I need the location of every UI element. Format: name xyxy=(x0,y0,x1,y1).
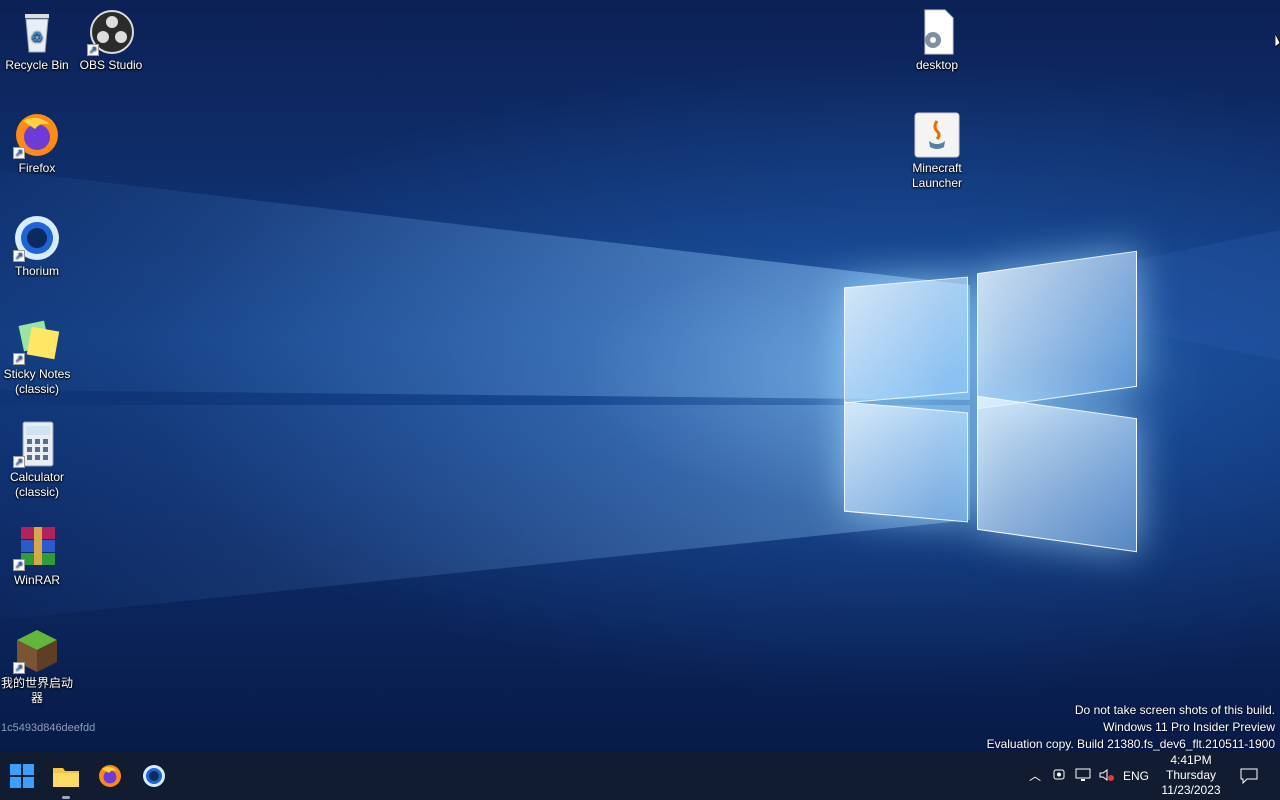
shortcut-arrow-icon: ↗ xyxy=(13,147,25,159)
desktop-icon-label: Calculator (classic) xyxy=(9,470,65,499)
shortcut-arrow-icon: ↗ xyxy=(13,662,25,674)
taskbar-clock[interactable]: 4:41PM Thursday 11/23/2023 xyxy=(1158,753,1224,798)
build-watermark: Do not take screen shots of this build. … xyxy=(987,702,1275,753)
notification-center-icon[interactable] xyxy=(1240,768,1258,785)
taskbar-file-explorer[interactable] xyxy=(48,758,84,794)
desktop-wallpaper xyxy=(0,0,1280,752)
network-icon[interactable] xyxy=(1075,768,1091,784)
folder-icon xyxy=(53,768,79,787)
desktop-icon-label: Minecraft Launcher xyxy=(911,161,963,190)
machine-id-text: 1c5493d846deefdd xyxy=(1,722,96,734)
desktop-icon-sticky-notes[interactable]: ↗ Sticky Notes (classic) xyxy=(0,317,74,397)
sticky-notes-icon: ↗ xyxy=(13,317,61,365)
logo-pane-bottom-right xyxy=(977,395,1137,553)
desktop-icon-label: Thorium xyxy=(14,264,59,278)
desktop-icon-recycle-bin[interactable]: ♻ Recycle Bin xyxy=(0,8,74,73)
show-hidden-icons-chevron-icon[interactable]: ︿ xyxy=(1027,768,1043,784)
logo-pane-top-right xyxy=(977,250,1137,410)
watermark-line-1: Do not take screen shots of this build. xyxy=(1074,703,1275,717)
mouse-cursor-icon xyxy=(1275,33,1280,48)
desktop-icon-label: desktop xyxy=(915,58,959,72)
shortcut-arrow-icon: ↗ xyxy=(13,250,25,262)
desktop-icon-label: Firefox xyxy=(18,161,56,175)
desktop-icon-desktop-file[interactable]: desktop xyxy=(900,8,974,73)
thorium-icon xyxy=(143,765,165,787)
volume-muted-icon[interactable] xyxy=(1099,768,1115,784)
minecraft-grass-block-icon: ↗ xyxy=(13,626,61,674)
calculator-icon: ↗ xyxy=(13,420,61,468)
clock-day: Thursday xyxy=(1165,768,1217,782)
logo-pane-top-left xyxy=(844,276,968,404)
desktop-icon-label: WinRAR xyxy=(13,573,60,587)
webcam-tray-icon[interactable] xyxy=(1051,768,1067,784)
settings-file-icon xyxy=(913,8,961,56)
desktop-icon-obs-studio[interactable]: ↗ OBS Studio xyxy=(74,8,148,73)
desktop-icon-winrar[interactable]: ↗ WinRAR xyxy=(0,523,74,588)
desktop-icon-thorium[interactable]: ↗ Thorium xyxy=(0,214,74,279)
windows-start-icon xyxy=(10,764,34,788)
shortcut-arrow-icon: ↗ xyxy=(13,456,25,468)
desktop-icon-label: Recycle Bin xyxy=(5,58,69,72)
clock-date: 11/23/2023 xyxy=(1161,783,1221,797)
running-indicator xyxy=(62,796,70,799)
start-button[interactable] xyxy=(4,758,40,794)
svg-text:♻: ♻ xyxy=(31,29,44,45)
firefox-icon: ↗ xyxy=(13,111,61,159)
desktop-icon-label: 我的世界启动器 xyxy=(0,676,73,705)
logo-pane-bottom-left xyxy=(844,401,968,523)
watermark-line-3: Evaluation copy. Build 21380.fs_dev6_flt… xyxy=(986,737,1275,751)
clock-time: 4:41PM xyxy=(1170,753,1212,767)
shortcut-arrow-icon: ↗ xyxy=(87,44,99,56)
thorium-icon: ↗ xyxy=(13,214,61,262)
desktop-icon-label: OBS Studio xyxy=(79,58,143,72)
recycle-bin-icon: ♻ xyxy=(13,8,61,56)
java-icon xyxy=(913,111,961,159)
language-indicator[interactable]: ENG xyxy=(1122,768,1150,784)
watermark-line-2: Windows 11 Pro Insider Preview xyxy=(1103,720,1275,734)
desktop-icon-label: Sticky Notes (classic) xyxy=(3,367,71,396)
shortcut-arrow-icon: ↗ xyxy=(13,353,25,365)
taskbar-firefox[interactable] xyxy=(92,758,128,794)
desktop-icon-firefox[interactable]: ↗ Firefox xyxy=(0,111,74,176)
winrar-icon: ↗ xyxy=(13,523,61,571)
obs-studio-icon: ↗ xyxy=(87,8,135,56)
desktop-icon-calculator[interactable]: ↗ Calculator (classic) xyxy=(0,420,74,500)
firefox-icon xyxy=(99,765,121,787)
taskbar-thorium[interactable] xyxy=(136,758,172,794)
desktop-icon-minecraft-chinese-launcher[interactable]: ↗ 我的世界启动器 xyxy=(0,626,74,706)
desktop-icon-minecraft-launcher[interactable]: Minecraft Launcher xyxy=(900,111,974,191)
taskbar: ︿ ENG 4:41PM Thursday 11/23/2023 xyxy=(0,752,1280,800)
shortcut-arrow-icon: ↗ xyxy=(13,559,25,571)
